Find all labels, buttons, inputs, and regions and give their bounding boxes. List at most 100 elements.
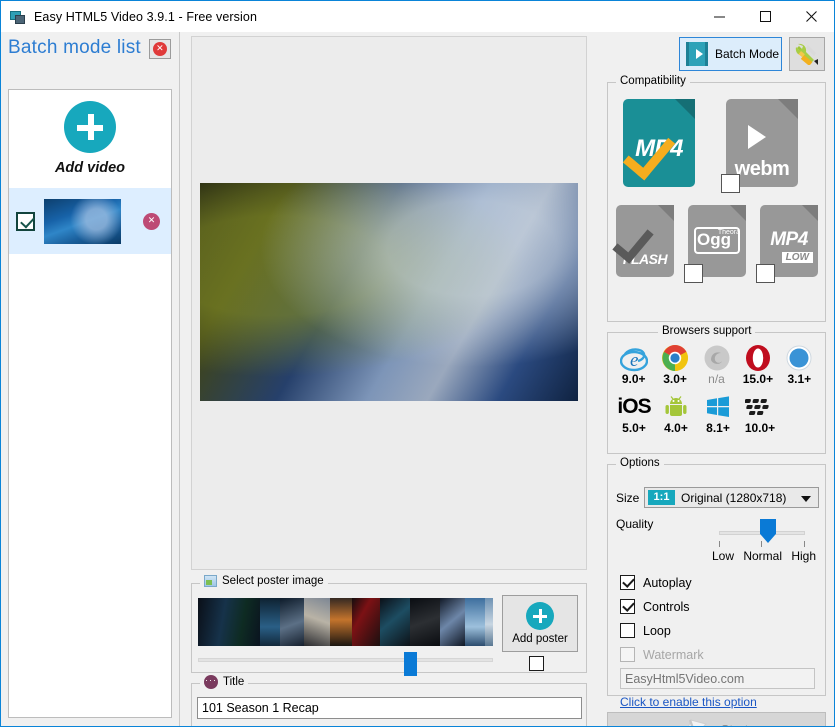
browser-windows-phone: 8.1+ <box>697 390 739 435</box>
format-sublabel: LOW <box>781 252 813 263</box>
slider-thumb[interactable] <box>404 652 417 676</box>
quality-normal-label: Normal <box>743 549 782 563</box>
title-legend-label: Title <box>223 676 245 688</box>
controls-checkbox[interactable] <box>620 599 635 614</box>
poster-frame[interactable] <box>410 598 440 646</box>
size-select[interactable]: 1:1 Original (1280x718) <box>644 487 819 508</box>
quality-scale-labels: Low Normal High <box>712 549 816 563</box>
chrome-icon <box>654 341 695 374</box>
browser-firefox: n/a <box>696 341 737 386</box>
format-webm[interactable]: webm <box>721 99 798 193</box>
aspect-ratio-badge: 1:1 <box>648 490 675 505</box>
minimize-button[interactable] <box>696 1 742 32</box>
format-flash[interactable]: FLASH <box>612 205 674 277</box>
close-icon <box>805 11 817 22</box>
poster-frame[interactable] <box>485 598 493 646</box>
poster-frame-strip[interactable] <box>198 598 493 646</box>
batch-mode-button[interactable]: Batch Mode <box>679 37 782 71</box>
preview-area <box>191 36 587 570</box>
batch-mode-title: Batch mode list <box>8 37 141 58</box>
browser-version: 15.0+ <box>742 372 774 386</box>
start-button[interactable]: Start <box>607 712 826 726</box>
batch-mode-panel: Batch mode list ✕ Add video ✕ <box>1 32 180 726</box>
quality-slider-ticks <box>719 541 805 548</box>
chevron-down-icon <box>801 491 811 505</box>
watermark-label: Watermark <box>643 647 704 662</box>
video-item-checkbox[interactable] <box>16 211 35 231</box>
svg-text:e: e <box>630 350 638 371</box>
browser-version: 9.0+ <box>621 372 646 386</box>
safari-icon <box>779 341 820 374</box>
browser-safari: 3.1+ <box>779 341 820 386</box>
poster-frame[interactable] <box>304 598 330 646</box>
poster-frame[interactable] <box>198 598 260 646</box>
format-checkbox[interactable] <box>756 264 775 283</box>
firefox-icon <box>696 341 737 374</box>
center-panel: Select poster image Add poster ··· Title… <box>187 32 591 726</box>
enable-watermark-link[interactable]: Click to enable this option <box>620 695 757 709</box>
title-input[interactable] <box>197 697 582 719</box>
close-batch-list-button[interactable]: ✕ <box>148 39 171 59</box>
internet-explorer-icon: e <box>613 341 654 374</box>
right-toolbar: Batch Mode <box>599 37 834 73</box>
quality-slider-thumb[interactable] <box>760 519 776 543</box>
format-label: MP4 <box>770 229 808 250</box>
loop-checkbox[interactable] <box>620 623 635 638</box>
tools-button[interactable] <box>789 37 825 71</box>
browser-version: 3.1+ <box>787 372 812 386</box>
options-group: Options Size 1:1 Original (1280x718) Qua… <box>607 457 826 709</box>
autoplay-checkbox-row[interactable]: Autoplay <box>620 575 692 590</box>
poster-frame[interactable] <box>260 598 280 646</box>
autoplay-checkbox[interactable] <box>620 575 635 590</box>
compatibility-legend: Compatibility <box>616 75 690 87</box>
browser-version: n/a <box>708 372 725 386</box>
window-title: Easy HTML5 Video 3.9.1 - Free version <box>34 9 258 24</box>
title-legend: ··· Title <box>200 675 249 689</box>
browser-blackberry: 10.0+ <box>739 390 781 435</box>
poster-frame[interactable] <box>380 598 410 646</box>
format-mp4[interactable]: MP4 <box>622 99 695 187</box>
add-video-button[interactable]: Add video <box>9 90 171 187</box>
comment-icon: ··· <box>204 675 218 689</box>
loop-checkbox-row[interactable]: Loop <box>620 623 671 638</box>
controls-checkbox-row[interactable]: Controls <box>620 599 690 614</box>
poster-frame[interactable] <box>330 598 352 646</box>
format-mp4-low[interactable]: MP4 LOW <box>756 205 818 283</box>
quality-low-label: Low <box>712 549 735 563</box>
poster-enable-checkbox[interactable] <box>529 656 544 671</box>
close-button[interactable] <box>788 1 834 32</box>
app-icon <box>10 9 26 25</box>
remove-video-button[interactable]: ✕ <box>143 212 160 230</box>
poster-frame[interactable] <box>280 598 304 646</box>
size-label: Size <box>616 491 640 505</box>
maximize-button[interactable] <box>742 1 788 32</box>
windows-icon <box>697 390 739 423</box>
poster-frame[interactable] <box>440 598 465 646</box>
size-value: Original (1280x718) <box>681 490 787 505</box>
format-checkbox[interactable] <box>684 264 703 283</box>
browsers-legend: Browsers support <box>658 325 756 337</box>
watermark-checkbox <box>620 647 635 662</box>
options-legend: Options <box>616 457 664 469</box>
format-ogg[interactable]: Ogg Theora <box>684 205 746 283</box>
title-bar: Easy HTML5 Video 3.9.1 - Free version <box>1 1 834 32</box>
poster-position-slider[interactable] <box>198 652 493 676</box>
format-checkbox[interactable] <box>721 174 740 193</box>
plus-circle-icon <box>64 101 116 153</box>
video-list: Add video ✕ <box>8 89 172 718</box>
opera-icon <box>737 341 778 374</box>
minimize-icon <box>713 16 725 18</box>
close-icon: ✕ <box>152 42 167 56</box>
list-item[interactable]: ✕ <box>9 187 171 254</box>
add-video-label: Add video <box>54 160 126 176</box>
title-group: ··· Title <box>191 675 587 726</box>
add-poster-button[interactable]: Add poster <box>502 595 578 652</box>
video-item-thumbnail <box>44 198 121 244</box>
browser-row-desktop: e 9.0+ 3.0+ n/a 15.0+ 3.1+ <box>613 341 820 386</box>
browser-chrome: 3.0+ <box>654 341 695 386</box>
video-preview[interactable] <box>200 183 578 401</box>
poster-frame[interactable] <box>352 598 380 646</box>
browser-ios: iOS 5.0+ <box>613 390 655 436</box>
poster-frame[interactable] <box>465 598 485 646</box>
browser-version: 10.0+ <box>744 421 776 435</box>
